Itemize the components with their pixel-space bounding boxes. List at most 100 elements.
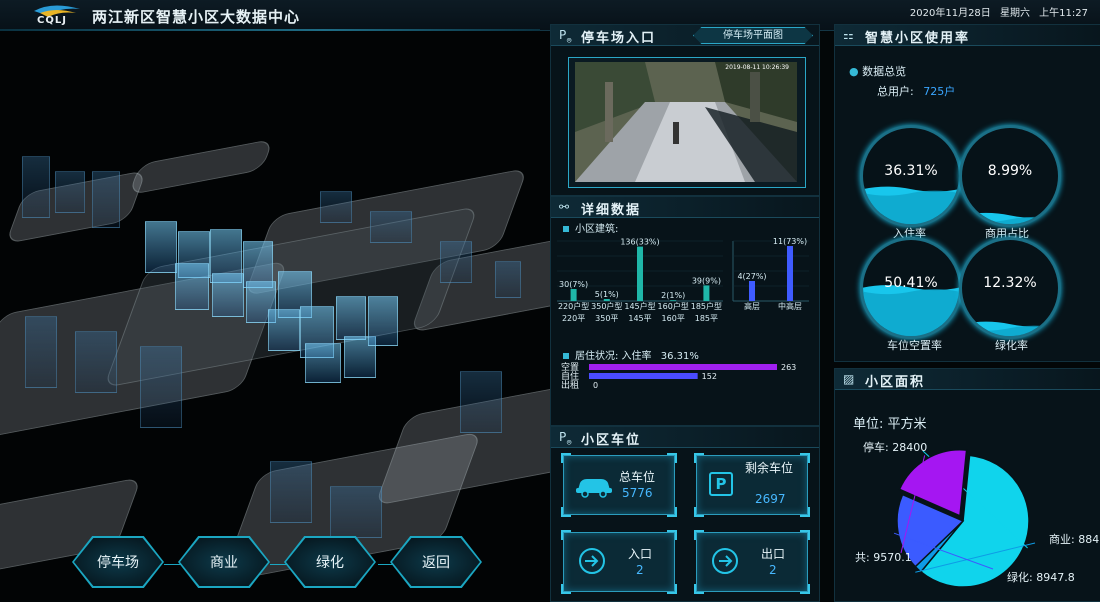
parking-vacancy-gauge: 50.41% [860, 237, 962, 339]
tile-value: 5776 [622, 486, 653, 500]
building [175, 263, 209, 310]
usage-panel: ⚏ 智慧小区使用率 ● 数据总览 总用户: 725户 36.31% 入住率 8.… [834, 24, 1100, 362]
bullet-icon [563, 226, 569, 232]
tile-value: 2 [769, 563, 777, 577]
parking-entrance-panel: P⊜ 停车场入口 停车场平面图 2019-08-11 10:26:39 [550, 24, 820, 196]
x-tick-label: 高层 [744, 301, 760, 311]
bar-data-label: 0 [593, 381, 598, 390]
bar [603, 299, 610, 301]
details-panel: ⚯ 详细数据 小区建筑: 30(7%) 220户型 220平 5(1%) 350户型 35… [550, 196, 820, 426]
gauge-value: 12.32% [983, 275, 1037, 291]
gauge-wave [863, 289, 959, 336]
x-tick-label: 160户型 [658, 301, 689, 311]
building [495, 261, 521, 298]
x-tick-label-secondary: 145平 [628, 314, 651, 323]
nav-commerce-label: 商业 [180, 538, 268, 586]
parking-icon: P⊜ [559, 430, 573, 447]
total-spots-tile[interactable]: 总车位 5776 [561, 453, 677, 517]
parking-map-button[interactable]: 停车场平面图 [693, 27, 813, 44]
page-title: 两江新区智慧小区大数据中心 [92, 8, 301, 26]
weekday-text: 星期六 [999, 8, 1030, 19]
residency-bar-chart: 空置 263自住 152出租 0 [561, 361, 796, 391]
time-text: 上午11:27 [1039, 8, 1088, 19]
building [268, 309, 300, 351]
building [370, 211, 412, 243]
building [25, 316, 57, 388]
parking-spots-panel: P⊜ 小区车位 总车位 5776 P 剩余车位 2697 入口 2 出口 2 [550, 426, 820, 602]
building [212, 273, 244, 317]
ground-block [128, 138, 274, 196]
exit-icon [712, 548, 738, 574]
building [330, 486, 382, 538]
tile-label: 出口 [761, 547, 786, 561]
x-tick-label-secondary: 160平 [662, 314, 685, 323]
panel-header: ▨ 小区面积 [835, 369, 1100, 390]
x-tick-label-secondary: 220平 [562, 314, 585, 323]
x-tick-label: 220户型 [558, 301, 589, 311]
nav-back-label: 返回 [392, 538, 480, 586]
building [22, 156, 50, 218]
pie-label: 绿化: 8947.8 [1007, 570, 1075, 584]
bar [589, 373, 698, 379]
greening-gauge: 12.32% [959, 237, 1061, 339]
bar [637, 246, 643, 301]
total-users-value: 725户 [923, 85, 956, 98]
bar [670, 300, 677, 301]
bar [703, 285, 710, 301]
map-scene[interactable]: 停车场 商业 绿化 返回 [0, 31, 550, 600]
bar-data-label: 4(27%) [737, 272, 766, 281]
total-users: 总用户: 725户 [877, 83, 955, 99]
date-text: 2020年11月28日 [909, 8, 991, 19]
panel-title: 小区面积 [865, 375, 926, 390]
exit-tile[interactable]: 出口 2 [694, 530, 810, 594]
building [75, 331, 117, 393]
datetime: 2020年11月28日 星期六 上午11:27 [904, 4, 1088, 19]
occupancy-gauge: 36.31% [860, 125, 962, 227]
gauge-caption: 绿化率 [995, 339, 1028, 352]
bar-data-label: 152 [702, 372, 717, 381]
camera-timestamp: 2019-08-11 10:26:39 [725, 64, 789, 71]
overview-label: ● 数据总览 [849, 65, 907, 78]
building [55, 171, 85, 213]
building [460, 371, 502, 433]
parking-icon: P [709, 472, 733, 496]
bar-data-label: 136(33%) [620, 238, 659, 247]
remaining-spots-tile[interactable]: P 剩余车位 2697 [694, 453, 810, 517]
camera-feed[interactable]: 2019-08-11 10:26:39 [568, 57, 806, 188]
logo-text: CQLJ [37, 15, 67, 26]
car-icon [576, 479, 612, 498]
commercial-gauge: 8.99% [959, 125, 1061, 227]
pie-label: 共: 9570.1 [855, 551, 912, 564]
pie-label: 商业: 884 [1049, 532, 1099, 546]
tile-value: 2697 [755, 492, 786, 506]
bar-data-label: 2(1%) [661, 291, 685, 300]
x-tick-label: 145户型 [624, 301, 655, 311]
building [320, 191, 352, 223]
bar [570, 289, 577, 301]
building [145, 221, 177, 273]
pie-label: 停车: 28400 [863, 440, 927, 454]
gauge-caption: 车位空置率 [887, 339, 942, 352]
gauge-value: 36.31% [884, 163, 938, 179]
bar [589, 364, 777, 370]
nav-parking-label: 停车场 [74, 538, 162, 586]
tile-label: 剩余车位 [745, 461, 794, 475]
entrance-tile[interactable]: 入口 2 [561, 530, 677, 594]
panel-header: ⚯ 详细数据 [551, 197, 819, 218]
bar [749, 281, 755, 301]
parking-icon: P⊜ [559, 28, 573, 45]
unit-type-bar-chart: 30(7%) 220户型 220平 5(1%) 350户型 350平 136(33%) 145… [557, 237, 809, 323]
building [140, 346, 182, 428]
enter-icon [579, 548, 605, 574]
bar-data-label: 39(9%) [692, 276, 721, 285]
building [368, 296, 398, 346]
x-tick-label: 350户型 [591, 301, 622, 311]
gauge-value: 50.41% [884, 275, 938, 291]
bar-category-label: 出租 [561, 379, 579, 391]
panel-title: 智慧小区使用率 [865, 31, 971, 46]
camera-scene [575, 62, 797, 182]
chart-link-icon: ⚯ [559, 200, 570, 214]
building [270, 461, 312, 523]
panel-title: 小区车位 [581, 433, 642, 448]
tile-label: 总车位 [619, 470, 656, 484]
